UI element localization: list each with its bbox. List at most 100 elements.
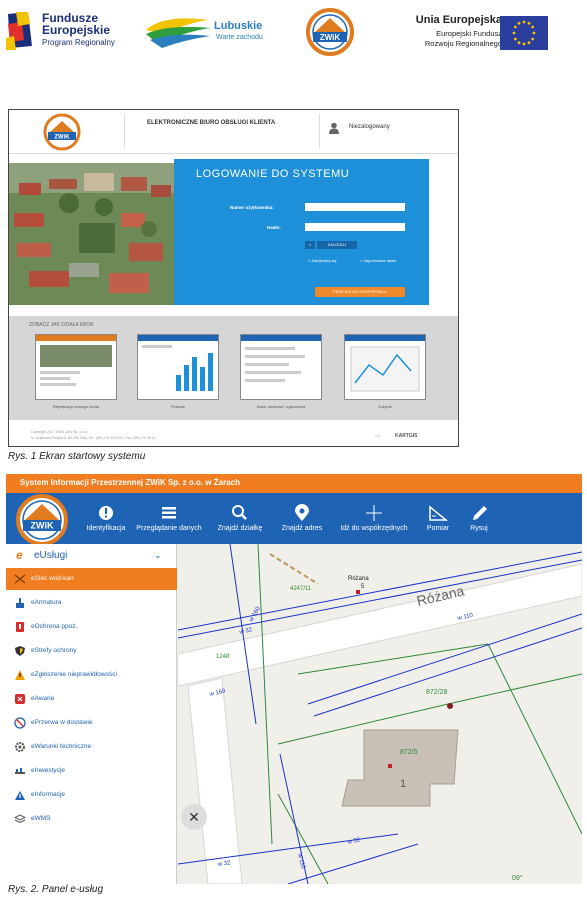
login-arrow-button[interactable]: > <box>305 241 315 249</box>
ebok-title: ELEKTRONICZNE BIURO OBSŁUGI KLIENTA <box>147 120 276 126</box>
tool-draw[interactable]: Rysuj <box>464 497 494 541</box>
close-icon[interactable]: ✕ <box>181 804 207 830</box>
demo-card-caption: Zużycie <box>378 404 392 409</box>
menu-item-wms[interactable]: eWMS <box>6 808 177 830</box>
eu-flag-icon <box>500 16 548 50</box>
demo-card-usage[interactable] <box>344 334 426 400</box>
menu-item-label: ePrzerwa w dostawie <box>31 719 93 726</box>
eservices-panel-screen: System Informacji Przestrzennej ZWiK Sp.… <box>6 474 582 884</box>
forgot-password-link[interactable]: > Zapomniane hasło <box>360 258 396 263</box>
hydrant-marker[interactable] <box>356 590 360 594</box>
menu-item-investments[interactable]: eInwestycje <box>6 760 177 782</box>
footer-address: ul. Szklarska Poręba 6, 68-200 Żary, Tel… <box>31 436 156 440</box>
menu-item-information[interactable]: eInformacje <box>6 784 177 806</box>
investment-icon <box>15 768 25 774</box>
password-label: Hasło: <box>267 225 281 230</box>
demo-card-finance[interactable] <box>137 334 219 400</box>
toolbar: Identyfikacja Przeglądanie danych Znajdź… <box>6 493 582 544</box>
demo-card-caption: Finanse <box>170 404 186 409</box>
fe-line2: Europejskie <box>42 23 111 37</box>
tool-label: Znajdź działkę <box>217 525 263 532</box>
address-label: Różana <box>348 576 369 582</box>
tool-find-address[interactable]: Znajdź adres <box>274 497 330 541</box>
warning-icon <box>15 670 25 680</box>
chevron-down-icon[interactable]: ⌄ <box>154 550 162 561</box>
login-panel: LOGOWANIE DO SYSTEMU Numer użytkownika: … <box>174 159 429 305</box>
tool-find-parcel[interactable]: Znajdź działkę <box>212 497 268 541</box>
ruler-icon <box>429 505 449 521</box>
eservices-header[interactable]: e eUsługi ⌄ <box>6 544 177 568</box>
fe-line3: Program Regionalny <box>42 38 115 47</box>
menu-item-technical-conditions[interactable]: eWarunki techniczne <box>6 736 177 758</box>
shield-icon <box>15 646 25 656</box>
list-icon <box>162 507 176 519</box>
eservices-sidebar: e eUsługi ⌄ eSieć wod-kan eArmatura eOch… <box>6 544 177 884</box>
zwik-logo-top: ZWiK <box>303 8 357 61</box>
tool-label: Przeglądanie danych <box>136 525 202 532</box>
gear-icon <box>15 742 25 752</box>
menu-item-supply-interruption[interactable]: ePrzerwa w dostawie <box>6 712 177 734</box>
header-divider <box>124 114 125 148</box>
building-number: 1 <box>400 778 406 790</box>
failure-icon <box>15 694 25 704</box>
caption-figure-2: Rys. 2. Panel e-usług <box>8 884 104 895</box>
map-view[interactable]: Różana 1 872/5 872/28 4247/11 1248 Różan… <box>178 544 582 884</box>
fe-flag-icon <box>6 12 32 50</box>
tool-measure[interactable]: Pomiar <box>420 497 456 541</box>
pencil-icon <box>473 506 487 520</box>
menu-item-report-issue[interactable]: eZgłoszenie nieprawidłowości <box>6 664 177 686</box>
tool-label: Rysuj <box>470 525 488 532</box>
menu-item-valves[interactable]: eArmatura <box>6 592 177 614</box>
svg-text:ZWiK: ZWiK <box>320 33 341 42</box>
svg-text:ZWiK: ZWiK <box>31 521 54 531</box>
menu-item-label: eOchrona ppoż. <box>31 623 78 630</box>
search-icon <box>232 505 247 520</box>
info-icon <box>99 506 113 520</box>
zwik-logo-icon[interactable]: ZWiK <box>39 113 85 156</box>
kartgis-logo: KARTGIS <box>395 433 418 439</box>
menu-item-network[interactable]: eSieć wod-kan <box>6 568 177 590</box>
ebok-start-screen: ZWiK ELEKTRONICZNE BIURO OBSŁUGI KLIENTA… <box>8 109 459 447</box>
layers-icon <box>14 814 26 824</box>
login-title: LOGOWANIE DO SYSTEMU <box>196 168 350 180</box>
menu-item-label: eArmatura <box>31 599 62 606</box>
username-input[interactable] <box>305 203 405 211</box>
tool-go-to-coordinates[interactable]: Idź do współrzędnych <box>333 497 415 541</box>
title-bar: System Informacji Przestrzennej ZWiK Sp.… <box>6 474 582 493</box>
ue-line1: Unia Europejska <box>415 14 502 26</box>
demo-card-caption: Rejestracja nowego konta <box>52 404 100 409</box>
eservices-title: eUsługi <box>34 550 68 561</box>
menu-item-label: eWarunki techniczne <box>31 743 92 750</box>
parcel-label: 09° <box>512 874 523 882</box>
login-button[interactable]: ZALOGUJ <box>317 241 357 249</box>
eservices-logo-icon: e <box>16 548 23 562</box>
tool-identify[interactable]: Identyfikacja <box>84 497 128 541</box>
geoportal-button[interactable]: PRZEJDŹ DO GEOPORTALU <box>315 287 405 297</box>
valve-marker[interactable] <box>447 703 453 709</box>
password-input[interactable] <box>305 223 405 231</box>
footer-copyright: Copyright 2017 ZWiK Żary Sp. z o.o. <box>31 430 88 434</box>
footer-version: 1.0 <box>375 434 380 438</box>
menu-item-label: eInformacje <box>31 791 65 798</box>
username-label: Numer użytkownika: <box>230 205 274 210</box>
parcel-label: 872/5 <box>400 749 418 756</box>
ebok-header: ZWiK ELEKTRONICZNE BIURO OBSŁUGI KLIENTA… <box>9 110 458 154</box>
register-link[interactable]: > Zarejestruj się <box>308 258 337 263</box>
svg-text:ZWiK: ZWiK <box>54 135 70 141</box>
lubuskie-logo: Lubuskie Warte zachodu <box>144 10 269 54</box>
pin-icon <box>295 504 309 521</box>
demo-label: ZOBACZ JAK DZIAŁA EBOK <box>29 322 94 328</box>
information-icon <box>15 791 25 800</box>
menu-item-protection-zones[interactable]: eStrefy ochrony <box>6 640 177 662</box>
demo-card-personal-data[interactable] <box>240 334 322 400</box>
ue-line3: Rozwoju Regionalnego <box>424 39 502 48</box>
menu-item-failures[interactable]: eAwarie <box>6 688 177 710</box>
menu-item-fire-protection[interactable]: eOchrona ppoż. <box>6 616 177 638</box>
tool-label: Znajdź adres <box>281 525 323 532</box>
lubuskie-tagline: Warte zachodu <box>216 34 263 41</box>
document-page: Fundusze Europejskie Program Regionalny … <box>0 0 587 902</box>
header-divider <box>319 114 320 148</box>
tool-browse-data[interactable]: Przeglądanie danych <box>133 497 205 541</box>
demo-card-registration[interactable] <box>35 334 117 400</box>
user-status: Niezalogowany <box>349 124 390 130</box>
